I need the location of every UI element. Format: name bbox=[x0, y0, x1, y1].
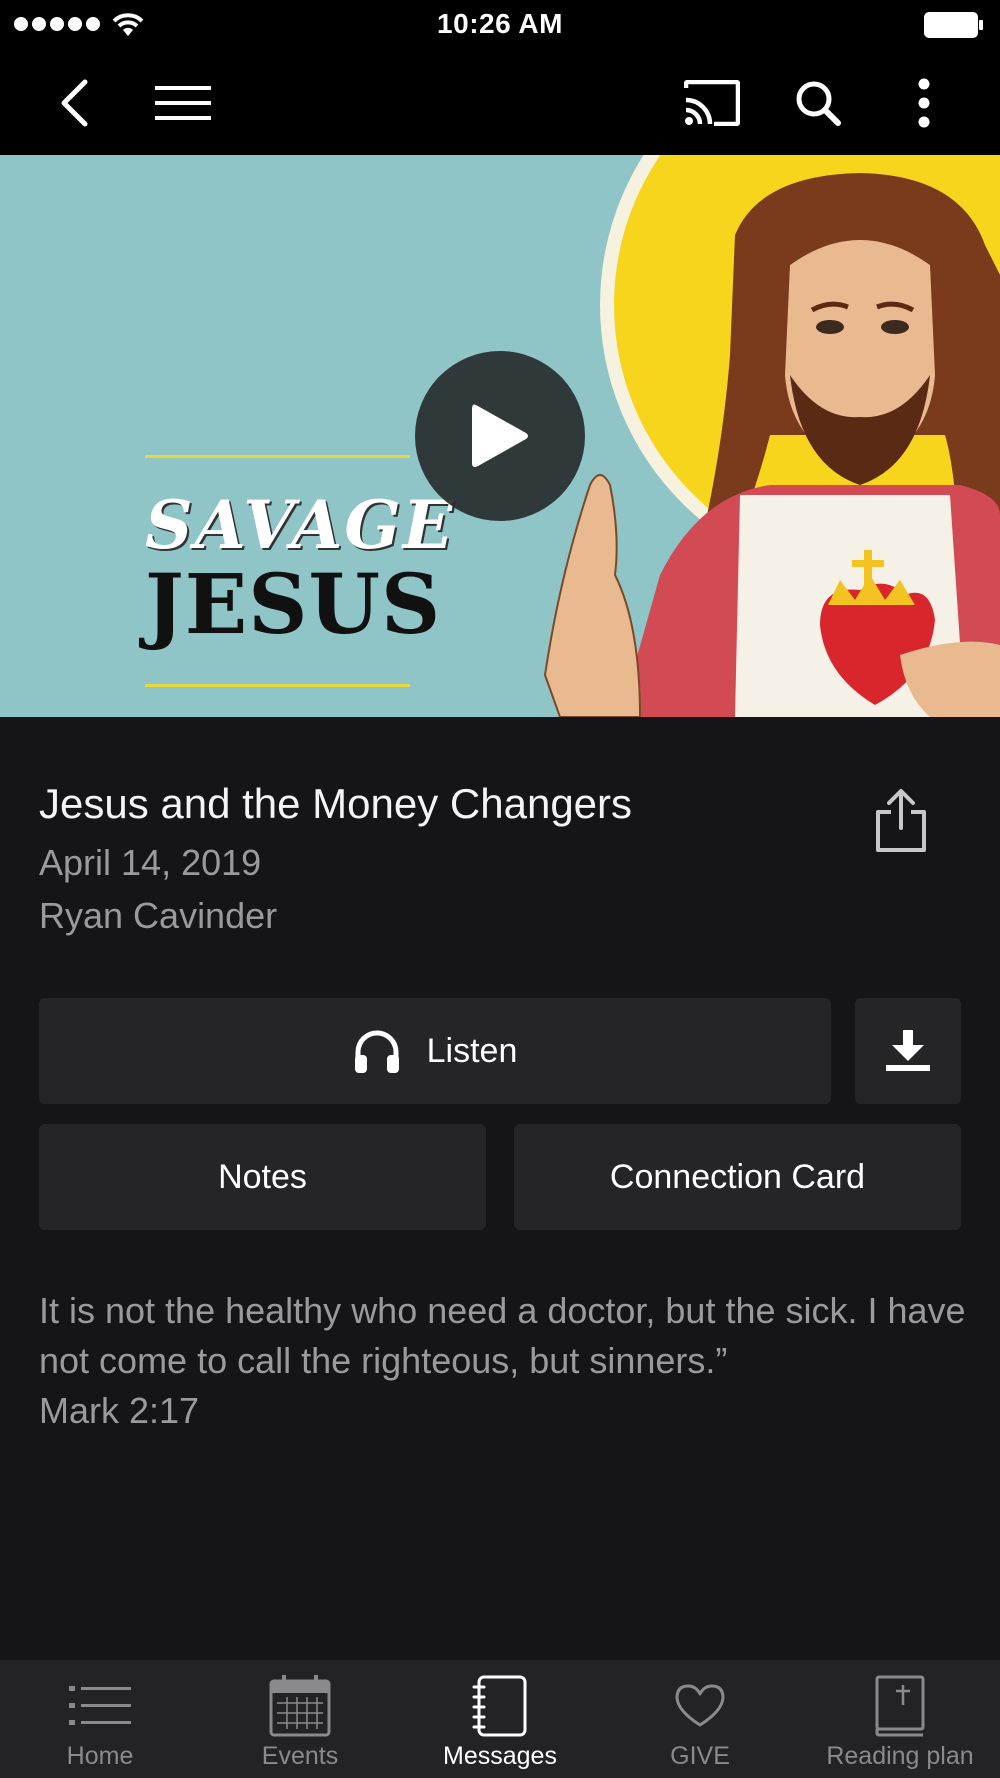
series-title-art: SAVAGE JESUS bbox=[145, 455, 456, 687]
share-button[interactable] bbox=[872, 788, 930, 854]
tab-home[interactable]: Home bbox=[0, 1660, 200, 1778]
bottom-tab-bar: Home Events Messages GIVE Reading plan bbox=[0, 1660, 1000, 1778]
play-button[interactable] bbox=[415, 351, 585, 521]
tab-events[interactable]: Events bbox=[200, 1660, 400, 1778]
tab-reading-plan-label: Reading plan bbox=[826, 1742, 974, 1770]
calendar-icon bbox=[269, 1675, 331, 1737]
status-bar: 10:26 AM bbox=[0, 0, 1000, 50]
notes-label: Notes bbox=[218, 1157, 307, 1196]
listen-button[interactable]: Listen bbox=[39, 998, 831, 1104]
connection-card-label: Connection Card bbox=[609, 1157, 866, 1196]
back-button[interactable] bbox=[44, 50, 104, 155]
top-nav-bar bbox=[0, 50, 1000, 155]
sermon-title: Jesus and the Money Changers bbox=[39, 780, 633, 827]
tab-give-label: GIVE bbox=[670, 1742, 730, 1770]
cast-icon bbox=[684, 79, 740, 126]
menu-icon bbox=[155, 85, 211, 120]
more-vertical-icon bbox=[918, 78, 930, 127]
headphones-icon bbox=[354, 1030, 399, 1073]
sermon-speaker: Ryan Cavinder bbox=[39, 895, 278, 936]
notes-button[interactable]: Notes bbox=[39, 1124, 486, 1230]
share-icon bbox=[876, 789, 926, 852]
tab-reading-plan[interactable]: Reading plan bbox=[800, 1660, 1000, 1778]
connection-card-button[interactable]: Connection Card bbox=[514, 1124, 961, 1230]
menu-button[interactable] bbox=[150, 50, 216, 155]
tab-messages[interactable]: Messages bbox=[400, 1660, 600, 1778]
sermon-date: April 14, 2019 bbox=[39, 842, 262, 883]
cast-button[interactable] bbox=[680, 50, 744, 155]
battery-icon bbox=[924, 12, 983, 38]
series-title-line1: SAVAGE bbox=[145, 486, 456, 564]
listen-label: Listen bbox=[426, 1031, 518, 1070]
tab-messages-label: Messages bbox=[443, 1742, 557, 1770]
tab-events-label: Events bbox=[261, 1742, 339, 1770]
heart-icon bbox=[675, 1684, 725, 1727]
quote-text: It is not the healthy who need a doctor,… bbox=[39, 1290, 966, 1381]
back-icon bbox=[61, 79, 88, 126]
series-title-line2: JESUS bbox=[145, 557, 442, 653]
download-button[interactable] bbox=[855, 998, 961, 1104]
scripture-quote: It is not the healthy who need a doctor,… bbox=[39, 1286, 969, 1436]
play-icon bbox=[472, 404, 528, 467]
tab-give[interactable]: GIVE bbox=[600, 1660, 800, 1778]
list-icon bbox=[69, 1686, 131, 1725]
sermon-video-thumbnail[interactable]: SAVAGE JESUS bbox=[0, 155, 1000, 717]
search-button[interactable] bbox=[790, 50, 846, 155]
more-options-button[interactable] bbox=[900, 50, 948, 155]
download-icon bbox=[886, 1030, 930, 1071]
search-icon bbox=[796, 81, 841, 126]
quote-reference: Mark 2:17 bbox=[39, 1390, 200, 1431]
notebook-icon bbox=[472, 1675, 527, 1737]
bible-icon bbox=[875, 1675, 925, 1737]
tab-home-label: Home bbox=[66, 1742, 134, 1770]
status-time: 10:26 AM bbox=[437, 8, 563, 39]
